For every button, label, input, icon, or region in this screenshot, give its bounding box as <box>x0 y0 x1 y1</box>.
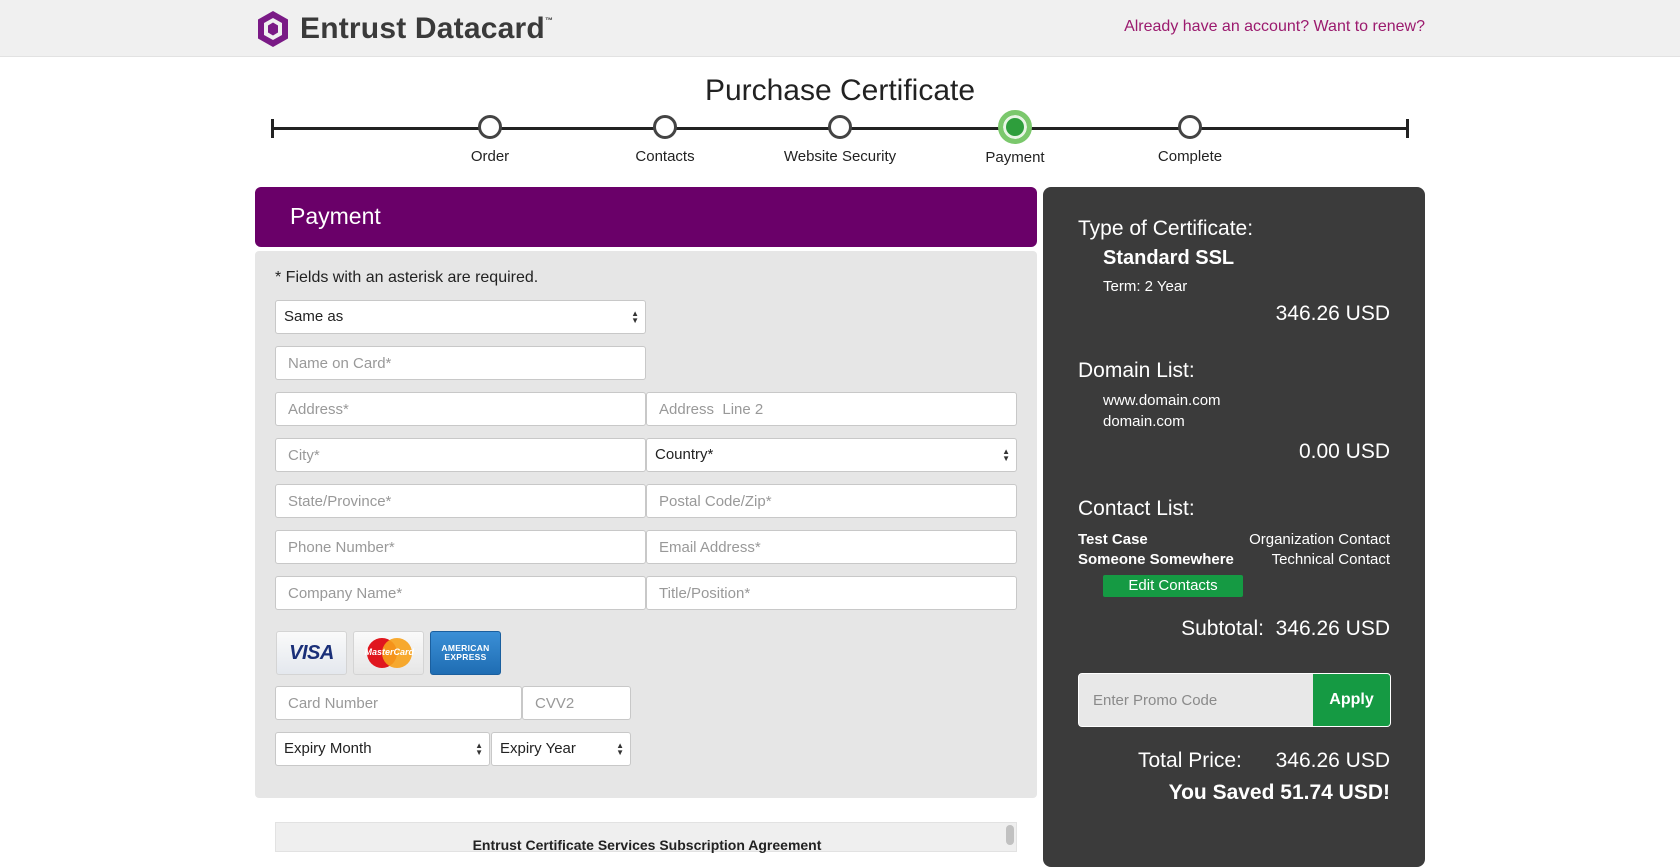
progress-track-end <box>1406 119 1409 138</box>
edit-contacts-button[interactable]: Edit Contacts <box>1103 575 1243 597</box>
email-address-input[interactable] <box>646 530 1017 564</box>
visa-logo-text: VISA <box>289 641 334 664</box>
select-arrows-icon: ▲ ▼ <box>616 741 624 757</box>
expiry-year-select[interactable]: Expiry Year ▲ ▼ <box>491 732 631 766</box>
mastercard-logo-text: MasterCard <box>364 647 415 657</box>
city-input[interactable] <box>275 438 646 472</box>
page-title: Purchase Certificate <box>704 74 976 107</box>
step-label: Payment <box>985 149 1045 166</box>
company-name-input[interactable] <box>275 576 646 610</box>
apply-promo-button[interactable]: Apply <box>1313 674 1390 726</box>
domain-item: www.domain.com <box>1103 392 1221 409</box>
required-fields-note: * Fields with an asterisk are required. <box>275 269 539 286</box>
address-input[interactable] <box>275 392 646 426</box>
step-label: Order <box>470 148 510 165</box>
agreement-scrollbar[interactable] <box>1006 825 1014 845</box>
mastercard-logo: MasterCard <box>353 631 424 675</box>
contact-name: Test Case <box>1078 531 1148 548</box>
payment-title: Payment <box>290 203 381 229</box>
select-arrows-icon: ▲ ▼ <box>475 741 483 757</box>
certificate-type-heading: Type of Certificate: <box>1078 217 1254 240</box>
total-price-label: Total Price: <box>1138 749 1242 772</box>
agreement-title: Entrust Certificate Services Subscriptio… <box>472 837 822 853</box>
same-as-select-value: Same as <box>284 308 344 325</box>
certificate-name: Standard SSL <box>1103 247 1235 269</box>
step-order[interactable]: Order <box>410 115 570 165</box>
expiry-month-select[interactable]: Expiry Month ▲ ▼ <box>275 732 490 766</box>
expiry-year-value: Expiry Year <box>500 740 576 757</box>
payment-header: Payment <box>255 187 1037 247</box>
top-bar: Entrust Datacard™ Already have an accoun… <box>0 0 1680 57</box>
savings-text: You Saved 51.74 USD! <box>1168 781 1390 804</box>
brand-logo[interactable]: Entrust Datacard™ <box>255 9 553 49</box>
step-payment[interactable]: Payment <box>935 110 1095 166</box>
postal-code-input[interactable] <box>646 484 1017 518</box>
certificate-price: 346.26 USD <box>1275 302 1390 325</box>
card-number-input[interactable] <box>275 686 522 720</box>
visa-logo: VISA <box>276 631 347 675</box>
subtotal-label: Subtotal: <box>1181 617 1264 640</box>
step-website-security[interactable]: Website Security <box>760 115 920 165</box>
brand-name: Entrust Datacard™ <box>300 12 554 45</box>
phone-number-input[interactable] <box>275 530 646 564</box>
step-dot <box>478 115 502 139</box>
mastercard-circles-icon: MasterCard <box>364 638 415 668</box>
american-express-logo: AMERICAN EXPRESS <box>430 631 501 675</box>
contact-role: Technical Contact <box>1271 551 1390 568</box>
select-arrows-icon: ▲ ▼ <box>1002 447 1010 463</box>
contact-list-heading: Contact List: <box>1078 497 1195 520</box>
total-price-value: 346.26 USD <box>1275 749 1390 772</box>
amex-logo-line2: EXPRESS <box>444 652 487 662</box>
state-province-input[interactable] <box>275 484 646 518</box>
step-label: Complete <box>1157 148 1223 165</box>
expiry-month-value: Expiry Month <box>284 740 372 757</box>
step-dot <box>653 115 677 139</box>
contact-role: Organization Contact <box>1249 531 1390 548</box>
certificate-term: Term: 2 Year <box>1103 278 1188 295</box>
country-select-value: Country* <box>655 446 714 463</box>
country-select[interactable]: Country* ▲ ▼ <box>646 438 1017 472</box>
account-renew-link[interactable]: Already have an account? Want to renew? <box>1124 18 1425 36</box>
contact-name: Someone Somewhere <box>1078 551 1234 568</box>
same-as-select[interactable]: Same as ▲ ▼ <box>275 300 646 334</box>
promo-code-input[interactable] <box>1079 674 1314 726</box>
entrust-hexagon-icon <box>258 11 288 47</box>
progress-track-start <box>271 119 274 138</box>
domain-price: 0.00 USD <box>1298 440 1390 463</box>
name-on-card-input[interactable] <box>275 346 646 380</box>
promo-code-group: Apply <box>1078 673 1391 727</box>
subtotal-value: 346.26 USD <box>1275 617 1390 640</box>
step-dot <box>1178 115 1202 139</box>
step-label: Contacts <box>635 148 695 165</box>
step-dot <box>828 115 852 139</box>
step-contacts[interactable]: Contacts <box>585 115 745 165</box>
step-dot-active <box>998 110 1032 144</box>
step-complete[interactable]: Complete <box>1110 115 1270 165</box>
select-arrows-icon: ▲ ▼ <box>631 309 639 325</box>
title-position-input[interactable] <box>646 576 1017 610</box>
step-label: Website Security <box>783 148 897 165</box>
address-line2-input[interactable] <box>646 392 1017 426</box>
order-summary-panel: Type of Certificate: Standard SSL Term: … <box>1043 187 1425 867</box>
domain-item: domain.com <box>1103 413 1185 430</box>
cvv2-input[interactable] <box>522 686 631 720</box>
domain-list-heading: Domain List: <box>1078 359 1195 382</box>
